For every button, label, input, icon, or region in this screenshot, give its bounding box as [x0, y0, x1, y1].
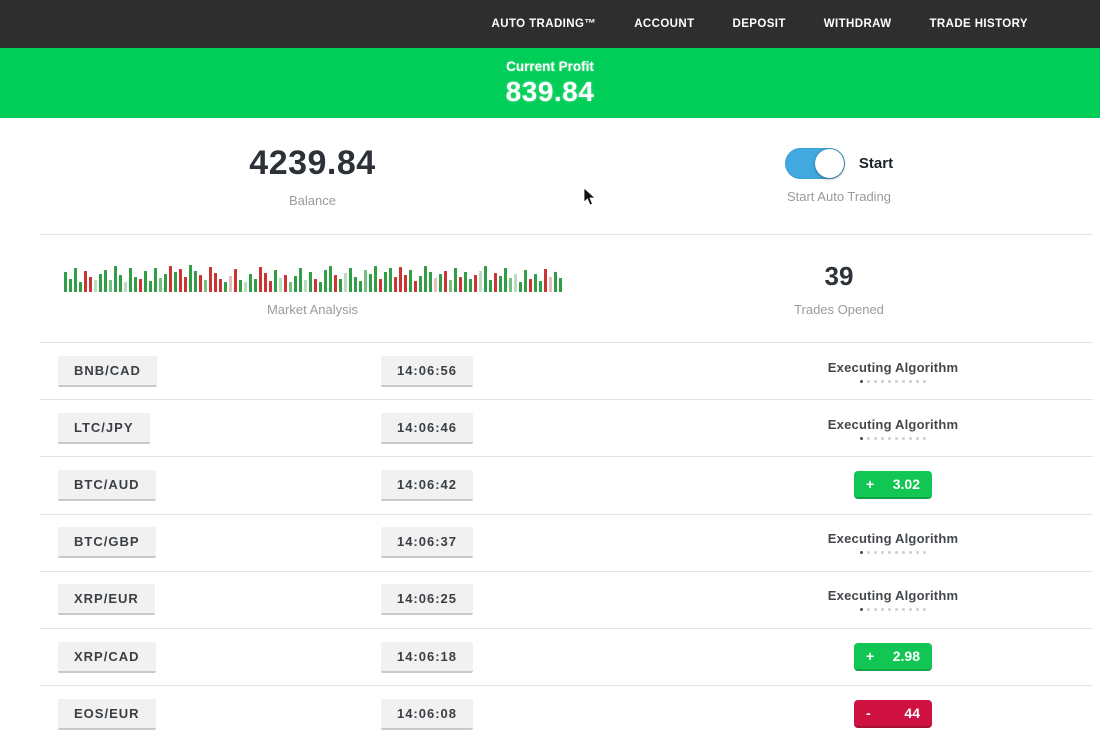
result-value: 44: [904, 705, 920, 721]
time-chip[interactable]: 14:06:08: [381, 699, 473, 730]
loading-dots: [860, 608, 926, 611]
pair-chip[interactable]: LTC/JPY: [58, 413, 150, 444]
pair-chip[interactable]: BTC/AUD: [58, 470, 156, 501]
result-value: 2.98: [893, 648, 920, 664]
nav-withdraw[interactable]: WITHDRAW: [824, 18, 892, 30]
result-sign: +: [866, 648, 874, 664]
nav-auto-trading[interactable]: AUTO TRADING™: [492, 18, 597, 30]
nav-account[interactable]: ACCOUNT: [634, 18, 694, 30]
executing-algorithm-label: Executing Algorithm: [828, 417, 958, 432]
loading-dots: [860, 380, 926, 383]
trades-opened-label: Trades Opened: [794, 302, 884, 317]
table-row: XRP/EUR 14:06:25 Executing Algorithm: [40, 572, 1093, 629]
result-value: 3.02: [893, 476, 920, 492]
market-analysis-chart: [64, 260, 562, 292]
toggle-knob: [815, 149, 844, 178]
stats-row-balance: 4239.84 Balance Start Start Auto Trading: [0, 118, 1100, 234]
time-chip[interactable]: 14:06:37: [381, 527, 473, 558]
table-row: EOS/EUR 14:06:08 - 44: [40, 686, 1093, 742]
result-sign: -: [866, 705, 871, 721]
toggle-start-label: Start: [859, 155, 893, 172]
top-nav: AUTO TRADING™ ACCOUNT DEPOSIT WITHDRAW T…: [0, 0, 1100, 48]
nav-deposit[interactable]: DEPOSIT: [733, 18, 786, 30]
pair-chip[interactable]: XRP/CAD: [58, 642, 156, 673]
pair-chip[interactable]: EOS/EUR: [58, 699, 156, 730]
loading-dots: [860, 551, 926, 554]
loss-badge: - 44: [854, 700, 932, 728]
current-profit-banner: Current Profit 839.84: [0, 48, 1100, 118]
trade-list: BNB/CAD 14:06:56 Executing Algorithm LTC…: [0, 343, 1100, 742]
time-chip[interactable]: 14:06:42: [381, 470, 473, 501]
table-row: BTC/AUD 14:06:42 +3.02: [40, 457, 1093, 514]
start-auto-trading-label: Start Auto Trading: [787, 189, 891, 204]
current-profit-value: 839.84: [506, 76, 595, 108]
nav-trade-history[interactable]: TRADE HISTORY: [930, 18, 1029, 30]
result-sign: +: [866, 476, 874, 492]
time-chip[interactable]: 14:06:18: [381, 642, 473, 673]
profit-badge: +3.02: [854, 471, 932, 499]
balance-label: Balance: [289, 193, 336, 208]
pair-chip[interactable]: BTC/GBP: [58, 527, 156, 558]
trades-opened-value: 39: [825, 261, 854, 292]
time-chip[interactable]: 14:06:56: [381, 356, 473, 387]
executing-algorithm-label: Executing Algorithm: [828, 360, 958, 375]
time-chip[interactable]: 14:06:46: [381, 413, 473, 444]
table-row: XRP/CAD 14:06:18 +2.98: [40, 629, 1093, 686]
executing-algorithm-label: Executing Algorithm: [828, 531, 958, 546]
loading-dots: [860, 437, 926, 440]
auto-trading-toggle[interactable]: [785, 148, 845, 179]
current-profit-label: Current Profit: [506, 59, 594, 74]
table-row: BTC/GBP 14:06:37 Executing Algorithm: [40, 515, 1093, 572]
profit-badge: +2.98: [854, 643, 932, 671]
time-chip[interactable]: 14:06:25: [381, 584, 473, 615]
stats-row-market: Market Analysis 39 Trades Opened: [0, 235, 1100, 342]
executing-algorithm-label: Executing Algorithm: [828, 588, 958, 603]
market-analysis-label: Market Analysis: [267, 302, 358, 317]
table-row: BNB/CAD 14:06:56 Executing Algorithm: [40, 343, 1093, 400]
pair-chip[interactable]: XRP/EUR: [58, 584, 155, 615]
pair-chip[interactable]: BNB/CAD: [58, 356, 157, 387]
balance-value: 4239.84: [249, 144, 375, 183]
table-row: LTC/JPY 14:06:46 Executing Algorithm: [40, 400, 1093, 457]
